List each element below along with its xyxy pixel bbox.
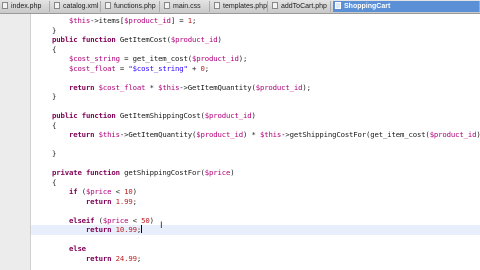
php-file-icon xyxy=(272,2,278,9)
code-text: else xyxy=(68,244,86,253)
code-editor[interactable]: $this->items[$product_id] = 1;17 }18- pu… xyxy=(31,14,480,270)
code-line[interactable]: 41 return 24.99; xyxy=(31,254,480,264)
code-line[interactable]: 35 return 1.99; xyxy=(31,197,480,207)
code-text: public function GetItemShippingCost($pro… xyxy=(51,111,256,120)
code-line[interactable]: 21 $cost_float = "$cost_string" + 0; xyxy=(31,64,480,74)
text-cursor-icon: I xyxy=(160,221,163,231)
code-text: $this->items[$product_id] = 1; xyxy=(68,16,197,25)
code-line[interactable]: 28 return $this->GetItemQuantity($produc… xyxy=(31,130,480,140)
code-line[interactable]: 23 return $cost_float * $this->GetItemQu… xyxy=(31,83,480,93)
code-line[interactable]: 33 { xyxy=(31,178,480,188)
code-text: } xyxy=(35,92,57,101)
code-text: return 24.99; xyxy=(85,253,142,263)
code-text: { xyxy=(35,120,57,130)
php-file-icon xyxy=(164,2,170,9)
code-line[interactable]: 34 if ($price < 10) xyxy=(31,187,480,197)
tab-catalog-xml[interactable]: catalog.xml xyxy=(52,1,101,12)
code-text: if ($price < 10) xyxy=(68,187,137,196)
code-text: $cost_float = "$cost_string" + 0; xyxy=(68,63,210,73)
tab-label: ShoppingCart xyxy=(344,3,391,10)
tab-addtocart-php[interactable]: addToCart.php xyxy=(270,1,331,12)
code-line[interactable]: 37 elseif ($price < 50) xyxy=(31,216,480,226)
code-text: } xyxy=(35,149,57,158)
tab-label: functions.php xyxy=(114,3,156,10)
code-line[interactable]: 22 xyxy=(31,73,480,83)
code-line[interactable]: 26- public function GetItemShippingCost(… xyxy=(31,111,480,121)
code-line[interactable]: 18- public function GetItemCost($product… xyxy=(31,35,480,45)
tab-label: addToCart.php xyxy=(281,3,327,10)
tab-main-css[interactable]: main.css xyxy=(162,1,210,12)
code-text: } xyxy=(35,25,57,35)
code-line[interactable]: 24 } xyxy=(31,92,480,102)
code-line[interactable]: 17 } xyxy=(31,26,480,36)
code-text: return $this->GetItemQuantity($product_i… xyxy=(68,130,480,139)
code-line[interactable]: 40 else xyxy=(31,244,480,254)
code-text: private function getShippingCostFor($pri… xyxy=(51,168,235,177)
php-file-icon xyxy=(54,2,60,9)
code-line[interactable]: 31 xyxy=(31,159,480,169)
code-line[interactable]: 30 } xyxy=(31,149,480,159)
code-line[interactable]: 20 $cost_string = get_item_cost($product… xyxy=(31,54,480,64)
tab-functions-php[interactable]: functions.php xyxy=(103,1,160,12)
code-text: return 1.99; xyxy=(85,196,137,206)
line-number-gutter xyxy=(0,14,31,270)
code-line[interactable]: 19 { xyxy=(31,45,480,55)
tab-shoppingcart[interactable]: ShoppingCart xyxy=(333,1,480,12)
tab-label: main.css xyxy=(173,3,201,10)
php-file-icon xyxy=(105,2,111,9)
php-file-icon xyxy=(2,2,8,9)
tab-label: catalog.xml xyxy=(63,3,99,10)
editor-tab-bar: index.php catalog.xml functions.php main.cs… xyxy=(0,0,480,14)
code-line[interactable]: $this->items[$product_id] = 1; xyxy=(31,16,480,26)
code-line[interactable]: 36 xyxy=(31,206,480,216)
code-line[interactable]: 25 xyxy=(31,102,480,112)
code-text: { xyxy=(35,44,57,54)
code-text: { xyxy=(35,177,57,187)
code-text: return 10.99; xyxy=(85,225,143,234)
code-line[interactable]: 29 xyxy=(31,140,480,150)
tab-label: index.php xyxy=(11,3,42,10)
code-line[interactable]: 32- private function getShippingCostFor(… xyxy=(31,168,480,178)
code-text: $cost_string = get_item_cost($product_id… xyxy=(68,54,248,63)
code-line[interactable]: 39 xyxy=(31,235,480,245)
code-text: public function GetItemCost($product_id) xyxy=(51,35,222,44)
tab-label: templates.php xyxy=(223,3,267,10)
text-caret xyxy=(141,225,143,233)
code-line[interactable]: 38 return 10.99; xyxy=(31,225,480,235)
tab-index-php[interactable]: index.php xyxy=(0,1,50,12)
code-line[interactable]: 27 { xyxy=(31,121,480,131)
code-text: elseif ($price < 50) xyxy=(68,215,154,225)
php-file-icon xyxy=(214,2,220,9)
php-file-icon xyxy=(335,2,341,9)
code-text: return $cost_float * $this->GetItemQuant… xyxy=(68,82,311,92)
tab-templates-php[interactable]: templates.php xyxy=(212,1,268,12)
